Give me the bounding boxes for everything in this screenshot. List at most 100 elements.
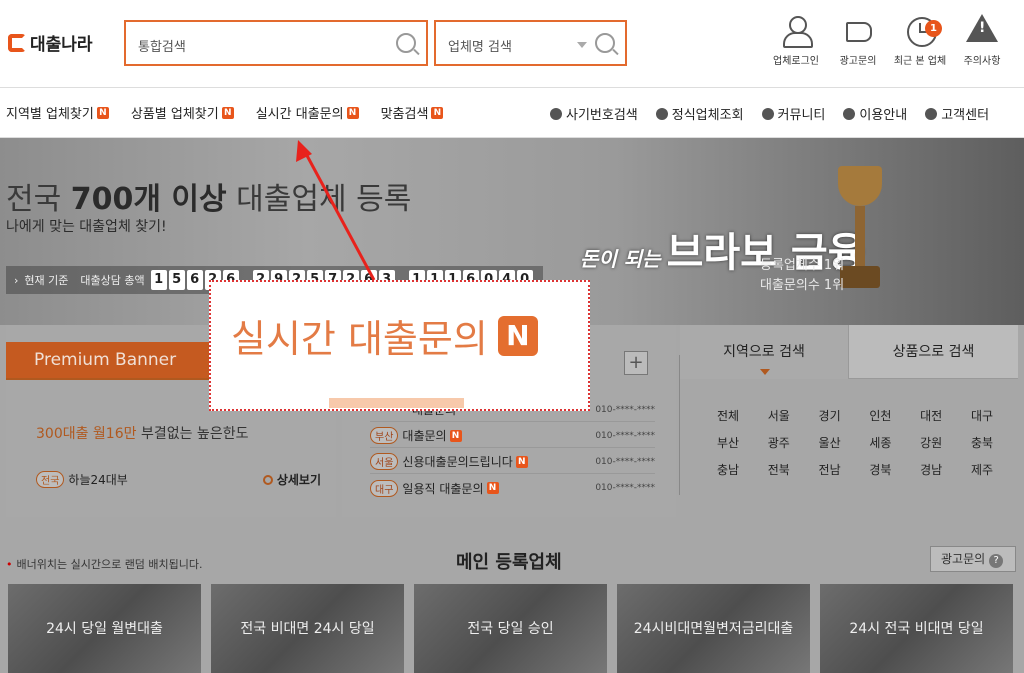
- tab-product-search[interactable]: 상품으로 검색: [848, 325, 1018, 379]
- company-card-title: 24시 전국 비대면 당일: [849, 621, 984, 637]
- nav-official-company[interactable]: 정식업체조회: [655, 104, 744, 123]
- hero-title-bold: 700개 이상: [70, 182, 227, 217]
- zoom-text: 실시간 대출문의 N: [231, 308, 538, 363]
- chevron-down-icon[interactable]: [577, 42, 587, 48]
- premium-more-button[interactable]: 상세보기: [262, 471, 321, 488]
- logo[interactable]: 대출나라: [8, 30, 93, 55]
- search-placeholder: 통합검색: [138, 40, 186, 55]
- premium-headline[interactable]: 300대출 월16만 부결없는 높은한도: [36, 423, 248, 443]
- banner-notice: 배너위치는 실시간으로 랜덤 배치됩니다.: [6, 556, 203, 572]
- region-link[interactable]: 서울: [761, 407, 797, 424]
- premium-meta: 전국 하늘24대부 상세보기: [36, 471, 321, 488]
- company-card-title: 24시비대면월변저금리대출: [633, 621, 794, 637]
- hero-title: 전국 700개 이상 대출업체 등록: [6, 174, 411, 218]
- nav-community[interactable]: 커뮤니티: [761, 104, 826, 123]
- company-card[interactable]: 24시비대면월변저금리대출: [617, 584, 810, 673]
- company-card[interactable]: 전국 비대면 24시 당일: [211, 584, 404, 673]
- company-search-input[interactable]: 업체명 검색: [434, 20, 627, 66]
- inquiry-title: 신용대출문의드립니다: [402, 455, 513, 469]
- nav-guide[interactable]: 이용안내: [843, 104, 907, 123]
- premium-tab[interactable]: Premium Banner: [6, 342, 228, 378]
- search-icon[interactable]: [595, 33, 615, 53]
- ad-inquiry-label: 광고문의: [839, 56, 877, 67]
- nav-region-search[interactable]: 지역별 업체찾기 N: [6, 103, 109, 122]
- region-link[interactable]: 강원: [913, 434, 949, 451]
- inquiry-phone: 010-****-****: [595, 483, 655, 493]
- company-cards: 24시 당일 월변대출 전국 비대면 24시 당일 전국 당일 승인 24시비대…: [8, 584, 1013, 673]
- zoom-underline: [329, 398, 464, 408]
- region-link[interactable]: 전북: [761, 461, 797, 478]
- region-link[interactable]: 광주: [761, 434, 797, 451]
- nav-product-label: 상품별 업체찾기: [130, 107, 219, 122]
- company-card-title: 전국 당일 승인: [467, 621, 554, 637]
- region-row: 부산 광주 울산 세종 강원 충북: [710, 434, 1000, 451]
- ad-inquiry-button[interactable]: 광고문의: [827, 14, 889, 67]
- region-search-panel: 지역으로 검색 상품으로 검색 전체 서울 경기 인천 대전 대구 부산 광주 울산 세종 강원 충…: [680, 325, 1018, 517]
- region-link[interactable]: 경남: [913, 461, 949, 478]
- company-login-button[interactable]: 업체로그인: [765, 14, 827, 67]
- region-link[interactable]: 울산: [812, 434, 848, 451]
- region-link[interactable]: 인천: [862, 407, 898, 424]
- region-tag: 부산: [370, 427, 399, 444]
- stat-digit: 6: [186, 270, 203, 290]
- slogan-small: 돈이 되는: [580, 247, 661, 271]
- company-card[interactable]: 24시 전국 비대면 당일: [820, 584, 1013, 673]
- nav-realtime-inquiry[interactable]: 실시간 대출문의 N: [256, 103, 359, 122]
- page: 대출나라 통합검색 업체명 검색 업체로그인 광고문의 1 최근 본 업체 주의…: [0, 0, 1024, 673]
- header: 대출나라 통합검색 업체명 검색 업체로그인 광고문의 1 최근 본 업체 주의…: [0, 0, 1024, 88]
- inquiry-phone: 010-****-****: [595, 430, 655, 441]
- stats-label-total: 대출상담 총액: [80, 274, 145, 287]
- region-link[interactable]: 대구: [964, 407, 1000, 424]
- warning-icon-wrap: [966, 14, 998, 46]
- inquiry-phone: 010-****-****: [595, 456, 655, 467]
- chat-icon: [761, 107, 774, 120]
- nav-customer-center[interactable]: 고객센터: [925, 104, 989, 123]
- ad-inquiry-small-label: 광고문의: [941, 552, 986, 566]
- list-item[interactable]: 부산 대출문의 N 010-****-****: [370, 424, 655, 448]
- recent-companies-label: 최근 본 업체: [893, 56, 947, 67]
- nav-custom-search[interactable]: 맞춤검색 N: [381, 103, 444, 122]
- nav-fraud-number[interactable]: 사기번호검색: [550, 104, 638, 123]
- company-card[interactable]: 전국 당일 승인: [414, 584, 607, 673]
- nav-product-search[interactable]: 상품별 업체찾기 N: [131, 103, 234, 122]
- region-link[interactable]: 전남: [812, 461, 848, 478]
- caution-button[interactable]: 주의사항: [951, 14, 1013, 67]
- search-input[interactable]: 통합검색: [124, 20, 428, 66]
- region-link[interactable]: 경기: [812, 407, 848, 424]
- nav-realtime-label: 실시간 대출문의: [255, 107, 344, 122]
- plus-icon[interactable]: +: [624, 351, 648, 375]
- nav-community-label: 커뮤니티: [777, 108, 826, 123]
- region-link[interactable]: 제주: [964, 461, 1000, 478]
- list-item[interactable]: 대구 일용직 대출문의 N 010-****-****: [370, 476, 655, 500]
- region-link[interactable]: 전체: [710, 407, 746, 424]
- new-badge: N: [346, 106, 359, 119]
- region-tag: 서울: [370, 453, 399, 470]
- logo-icon: [8, 33, 26, 52]
- hero-title-post: 대출업체 등록: [226, 182, 412, 217]
- main-section-title: 메인 등록업체: [456, 552, 562, 573]
- inquiry-title: 대출문의: [402, 429, 447, 443]
- region-link[interactable]: 부산: [710, 434, 746, 451]
- region-link[interactable]: 충북: [964, 434, 1000, 451]
- company-card[interactable]: 24시 당일 월변대출: [8, 584, 201, 673]
- hero-title-pre: 전국: [6, 182, 71, 217]
- ad-inquiry-small-button[interactable]: 광고문의?: [930, 546, 1016, 572]
- list-item[interactable]: 서울 신용대출문의드립니다 N 010-****-****: [370, 450, 655, 474]
- nav-right: 사기번호검색 정식업체조회 커뮤니티 이용안내 고객센터: [550, 104, 1007, 123]
- help-icon: ?: [989, 554, 1004, 568]
- region-link[interactable]: 경북: [862, 461, 898, 478]
- region-link[interactable]: 세종: [862, 434, 898, 451]
- nav-region-label: 지역별 업체찾기: [6, 107, 94, 122]
- inquiry-title: 일용직 대출문의: [402, 481, 484, 496]
- search-icon: [550, 107, 562, 120]
- search-icon[interactable]: [396, 33, 416, 53]
- logo-text: 대출나라: [30, 35, 93, 55]
- stats-label-current: 현재 기준: [24, 274, 69, 287]
- premium-company: 하늘24대부: [68, 473, 128, 487]
- new-badge: N: [221, 106, 234, 119]
- header-icons: 업체로그인 광고문의 1 최근 본 업체 주의사항: [765, 14, 1013, 67]
- region-tag: 대구: [370, 479, 399, 497]
- region-link[interactable]: 대전: [913, 407, 949, 424]
- recent-companies-button[interactable]: 1 최근 본 업체: [889, 14, 951, 67]
- region-link[interactable]: 충남: [710, 461, 746, 478]
